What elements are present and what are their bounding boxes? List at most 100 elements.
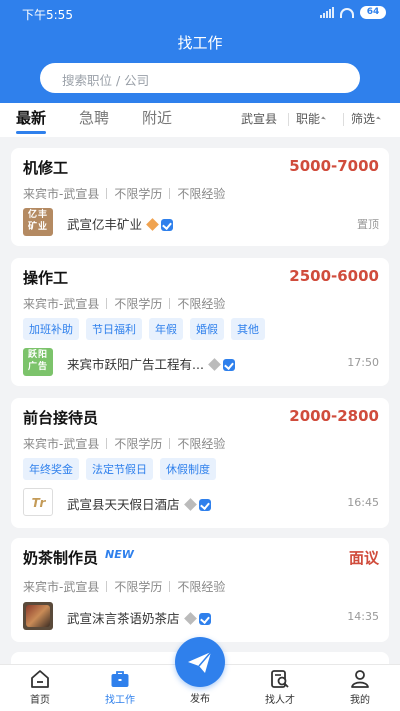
job-experience: 不限经验 [177, 187, 226, 201]
job-experience: 不限经验 [177, 580, 226, 594]
gray-diamond-icon [183, 612, 197, 625]
filter-function-label: 职能 [296, 112, 321, 126]
job-meta: 来宾市-武宣县 不限学历 不限经验 [23, 578, 225, 595]
company-logo: 跃阳广告 [23, 348, 53, 376]
company-row: 武宣县天天假日酒店 [67, 494, 211, 513]
filter-more-label: 筛选 [351, 112, 376, 126]
job-location: 来宾市-武宣县 [23, 580, 100, 594]
company-logo-text: 跃阳广告 [27, 350, 48, 372]
company-logo-text: Tr [31, 496, 47, 510]
active-tab-indicator [16, 131, 46, 134]
job-tag: 婚假 [190, 318, 224, 340]
chevron-down-icon [321, 116, 326, 122]
job-salary: 2500-6000 [289, 267, 379, 285]
job-salary: 2000-2800 [289, 407, 379, 425]
job-card[interactable]: 前台接待员 2000-2800 来宾市-武宣县 不限学历 不限经验 年终奖金 法定节… [11, 398, 389, 528]
tab-latest[interactable]: 最新 [16, 107, 46, 128]
nav-find-talent-label: 找人才 [265, 695, 295, 706]
job-tag: 法定节假日 [86, 458, 153, 480]
nav-home-label: 首页 [30, 695, 50, 706]
profile-icon [351, 670, 369, 688]
job-salary: 5000-7000 [289, 157, 379, 175]
filter-region-label: 武宣县 [241, 112, 278, 126]
pinned-label: 置顶 [357, 218, 379, 231]
job-tag: 休假制度 [160, 458, 216, 480]
job-meta: 来宾市-武宣县 不限学历 不限经验 [23, 295, 225, 312]
find-talent-icon [271, 670, 289, 688]
search-input[interactable]: 搜索职位 / 公司 [40, 63, 360, 93]
status-time: 下午5:55 [22, 8, 73, 22]
job-tag: 其他 [231, 318, 265, 340]
company-row: 武宣亿丰矿业 [67, 214, 174, 233]
company-row: 来宾市跃阳广告工程有... [67, 354, 235, 373]
new-badge: NEW [105, 548, 134, 561]
wifi-icon [340, 7, 354, 18]
company-logo-text: 亿丰矿业 [27, 210, 48, 232]
filter-divider [288, 113, 289, 126]
job-tag: 年假 [149, 318, 183, 340]
tab-urgent[interactable]: 急聘 [79, 107, 109, 128]
job-education: 不限学历 [114, 187, 163, 201]
nav-profile-label: 我的 [350, 695, 370, 706]
job-meta: 来宾市-武宣县 不限学历 不限经验 [23, 435, 225, 452]
company-logo [23, 602, 53, 630]
job-education: 不限学历 [114, 437, 163, 451]
chevron-down-icon [376, 116, 381, 122]
gray-diamond-icon [208, 358, 221, 371]
job-location: 来宾市-武宣县 [23, 437, 100, 451]
home-icon [31, 670, 49, 688]
verified-icon [198, 613, 211, 625]
job-education: 不限学历 [114, 580, 163, 594]
job-location: 来宾市-武宣县 [23, 297, 100, 311]
job-experience: 不限经验 [177, 437, 226, 451]
tab-bar: 最新 急聘 附近 武宣县 职能 筛选 [0, 103, 400, 137]
job-tag: 节日福利 [86, 318, 142, 340]
verified-icon [198, 499, 211, 511]
tab-nearby[interactable]: 附近 [142, 107, 172, 128]
filter-divider [343, 113, 344, 126]
company-logo-image [26, 605, 50, 627]
status-icons: 64 [320, 6, 386, 19]
job-tag: 加班补助 [23, 318, 79, 340]
verified-icon [161, 219, 174, 231]
job-tags: 加班补助 节日福利 年假 婚假 其他 [23, 318, 265, 340]
post-time: 17:50 [347, 356, 379, 369]
company-name: 武宣沫言茶语奶茶店 [67, 611, 180, 626]
nav-publish-label: 发布 [190, 694, 210, 705]
job-tag: 年终奖金 [23, 458, 79, 480]
job-title: 奶茶制作员 [23, 549, 99, 567]
job-card[interactable]: 奶茶制作员 NEW 面议 来宾市-武宣县 不限学历 不限经验 武宣沫言茶语奶茶店 1… [11, 538, 389, 642]
paper-plane-icon [188, 651, 212, 673]
filter-region[interactable]: 武宣县 [241, 110, 277, 127]
company-logo: Tr [23, 488, 53, 516]
verified-icon [222, 359, 235, 371]
job-card[interactable]: 机修工 5000-7000 来宾市-武宣县 不限学历 不限经验 亿丰矿业 武宣亿丰矿… [11, 148, 389, 246]
company-name: 武宣亿丰矿业 [67, 217, 143, 232]
signal-icon [320, 7, 334, 18]
job-salary: 面议 [348, 549, 379, 567]
filter-function[interactable]: 职能 [296, 110, 326, 127]
search-placeholder: 搜索职位 / 公司 [62, 73, 150, 88]
page-title: 找工作 [177, 34, 223, 52]
filter-more[interactable]: 筛选 [351, 110, 381, 127]
gold-diamond-icon [146, 218, 159, 231]
post-time: 14:35 [347, 610, 379, 623]
nav-jobs-label: 找工作 [105, 695, 135, 706]
company-logo: 亿丰矿业 [23, 208, 53, 236]
company-name: 武宣县天天假日酒店 [67, 497, 180, 512]
job-location: 来宾市-武宣县 [23, 187, 100, 201]
job-experience: 不限经验 [177, 297, 226, 311]
job-title: 操作工 [23, 269, 69, 287]
publish-button[interactable] [175, 637, 225, 687]
job-tags: 年终奖金 法定节假日 休假制度 [23, 458, 216, 480]
company-name: 来宾市跃阳广告工程有... [67, 357, 204, 372]
header: 下午5:55 64 找工作 搜索职位 / 公司 [0, 0, 400, 103]
battery-icon: 64 [360, 6, 386, 19]
status-bar: 下午5:55 64 [0, 0, 400, 26]
job-card[interactable]: 操作工 2500-6000 来宾市-武宣县 不限学历 不限经验 加班补助 节日福利 … [11, 258, 389, 386]
job-title: 前台接待员 [23, 409, 99, 427]
gray-diamond-icon [183, 498, 197, 511]
job-title: 机修工 [23, 159, 69, 177]
briefcase-icon [111, 671, 129, 687]
company-row: 武宣沫言茶语奶茶店 [67, 608, 211, 627]
